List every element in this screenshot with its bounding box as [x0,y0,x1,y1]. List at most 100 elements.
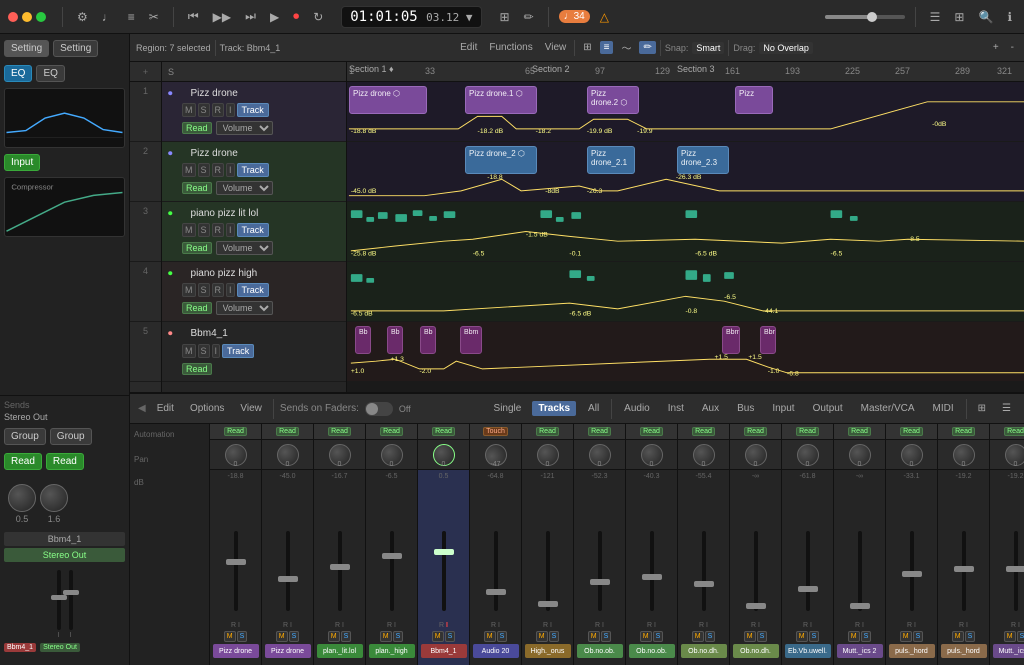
ch3-auto-btn[interactable]: Read [328,427,351,436]
rewind-button[interactable]: ⏮ [184,7,203,26]
ch11-auto-btn[interactable]: Read [744,427,767,436]
ch8-auto-btn[interactable]: Read [588,427,611,436]
mixer-view-btn[interactable]: View [235,402,267,415]
info-icon[interactable]: ℹ [1003,8,1016,26]
ch5-mute[interactable]: M [432,631,444,642]
all-tab[interactable]: All [582,401,605,416]
waveform-view-btn[interactable]: 〜 [617,39,635,56]
functions-btn[interactable]: Functions [485,41,536,54]
track-4-icon[interactable]: ⏺ [168,268,173,279]
bottom-fader-1[interactable] [51,595,67,600]
scissors-icon[interactable]: ✂ [145,8,163,26]
list-icon[interactable]: ☰ [926,8,945,26]
track-3-volume-select[interactable]: Volume [216,241,273,255]
clip-pizz[interactable]: Pizz [735,86,773,114]
track-4-record[interactable]: R [212,283,225,297]
ch15-auto-btn[interactable]: Read [952,427,975,436]
output-tab[interactable]: Output [807,401,849,416]
ch12-solo[interactable]: S [809,631,820,642]
volume-slider[interactable] [825,15,905,19]
ch3-solo[interactable]: S [341,631,352,642]
track-4-track-btn[interactable]: Track [237,283,269,297]
ch13-solo[interactable]: S [861,631,872,642]
track-1-mute[interactable]: M [182,103,196,117]
ch1-solo[interactable]: S [237,631,248,642]
ch9-solo[interactable]: S [653,631,664,642]
track-3-track-btn[interactable]: Track [237,223,269,237]
read-btn-2[interactable]: Read [46,453,84,470]
track-5-icon[interactable]: ⏺ [168,328,173,339]
track-header-add[interactable]: S [168,67,174,77]
record-button[interactable]: ⏺ [289,7,303,26]
ch15-solo[interactable]: S [965,631,976,642]
track-4-volume-select[interactable]: Volume [216,301,273,315]
ch1-auto-btn[interactable]: Read [224,427,247,436]
edit-functions-btn[interactable]: Edit [456,41,481,54]
view-btn[interactable]: View [541,41,571,54]
ch1-fader[interactable] [226,559,246,565]
volume-slider-knob[interactable] [867,12,877,22]
track-1-read[interactable]: Read [182,122,212,134]
track-3-record[interactable]: R [212,223,225,237]
track-4-read[interactable]: Read [182,302,212,314]
ch10-mute[interactable]: M [692,631,704,642]
mixer-list-btn[interactable]: ☰ [997,402,1016,415]
ch12-mute[interactable]: M [796,631,808,642]
clip-pizz-drone-3[interactable]: Pizz drone.2 ⬡ [587,86,639,114]
track-5-record[interactable]: I [212,344,221,358]
clip-bbm-2[interactable]: Bbm [722,326,740,354]
mixer-grid-btn[interactable]: ⊞ [973,402,991,415]
clip-pizz-drone-1[interactable]: Pizz drone ⬡ [349,86,427,114]
eq-button-2[interactable]: EQ [36,65,64,82]
clip-bb-1[interactable]: Bb [355,326,371,354]
ch6-solo[interactable]: S [497,631,508,642]
add-track-btn[interactable]: + [143,67,148,77]
tracks-tab[interactable]: Tracks [532,401,576,416]
grid-view-btn[interactable]: ⊞ [579,41,595,54]
track-1-icon[interactable]: ⏺ [168,88,173,99]
clip-bb-2[interactable]: Bb [387,326,403,354]
track-2-input[interactable]: I [226,163,235,177]
ch11-mute[interactable]: M [744,631,756,642]
list-view-btn[interactable]: ≡ [600,41,614,54]
metronome-icon[interactable]: ♩ [98,8,118,26]
mixer-toggle-btn[interactable]: ◀ [138,403,146,414]
maximize-button[interactable] [36,12,46,22]
ch14-mute[interactable]: M [900,631,912,642]
input-button[interactable]: Input [4,154,40,171]
ch10-solo[interactable]: S [705,631,716,642]
clip-pizz-drone2-3[interactable]: Pizz drone_2.3 [677,146,729,174]
edit-tool-btn[interactable]: ✏ [639,41,655,54]
ch15-fader[interactable] [954,566,974,572]
mixer-icon[interactable]: ≡ [124,8,139,26]
ch8-mute[interactable]: M [588,631,600,642]
ch14-solo[interactable]: S [913,631,924,642]
track-3-icon[interactable]: ⏺ [168,208,173,219]
ch4-mute[interactable]: M [380,631,392,642]
grid-icon[interactable]: ⊞ [950,8,968,26]
ch16-auto-btn[interactable]: Read [1004,427,1024,436]
start-button[interactable]: ⏭ [241,7,260,26]
ch3-fader[interactable] [330,564,350,570]
ch16-mute[interactable]: M [1004,631,1016,642]
track-2-record[interactable]: R [212,163,225,177]
track-5-track-btn[interactable]: Track [222,344,254,358]
ch9-mute[interactable]: M [640,631,652,642]
aux-tab[interactable]: Aux [696,401,725,416]
setting-button-1[interactable]: Setting [4,40,49,57]
track-2-track-btn[interactable]: Track [237,163,269,177]
settings-icon[interactable]: ⚙ [73,8,92,26]
ch14-auto-btn[interactable]: Read [900,427,923,436]
track-1-record[interactable]: R [212,103,225,117]
track-2-volume-select[interactable]: Volume [216,181,273,195]
ch7-mute[interactable]: M [536,631,548,642]
zoom-out-btn[interactable]: - [1007,41,1018,54]
track-1-track-btn[interactable]: Track [237,103,269,117]
clip-pizz-drone-2[interactable]: Pizz drone.1 ⬡ [465,86,537,114]
track-1-volume-select[interactable]: Volume [216,121,273,135]
ch13-mute[interactable]: M [848,631,860,642]
ch16-solo[interactable]: S [1017,631,1024,642]
tuner-icon[interactable]: △ [596,8,613,26]
ch15-mute[interactable]: M [952,631,964,642]
ch11-solo[interactable]: S [757,631,768,642]
